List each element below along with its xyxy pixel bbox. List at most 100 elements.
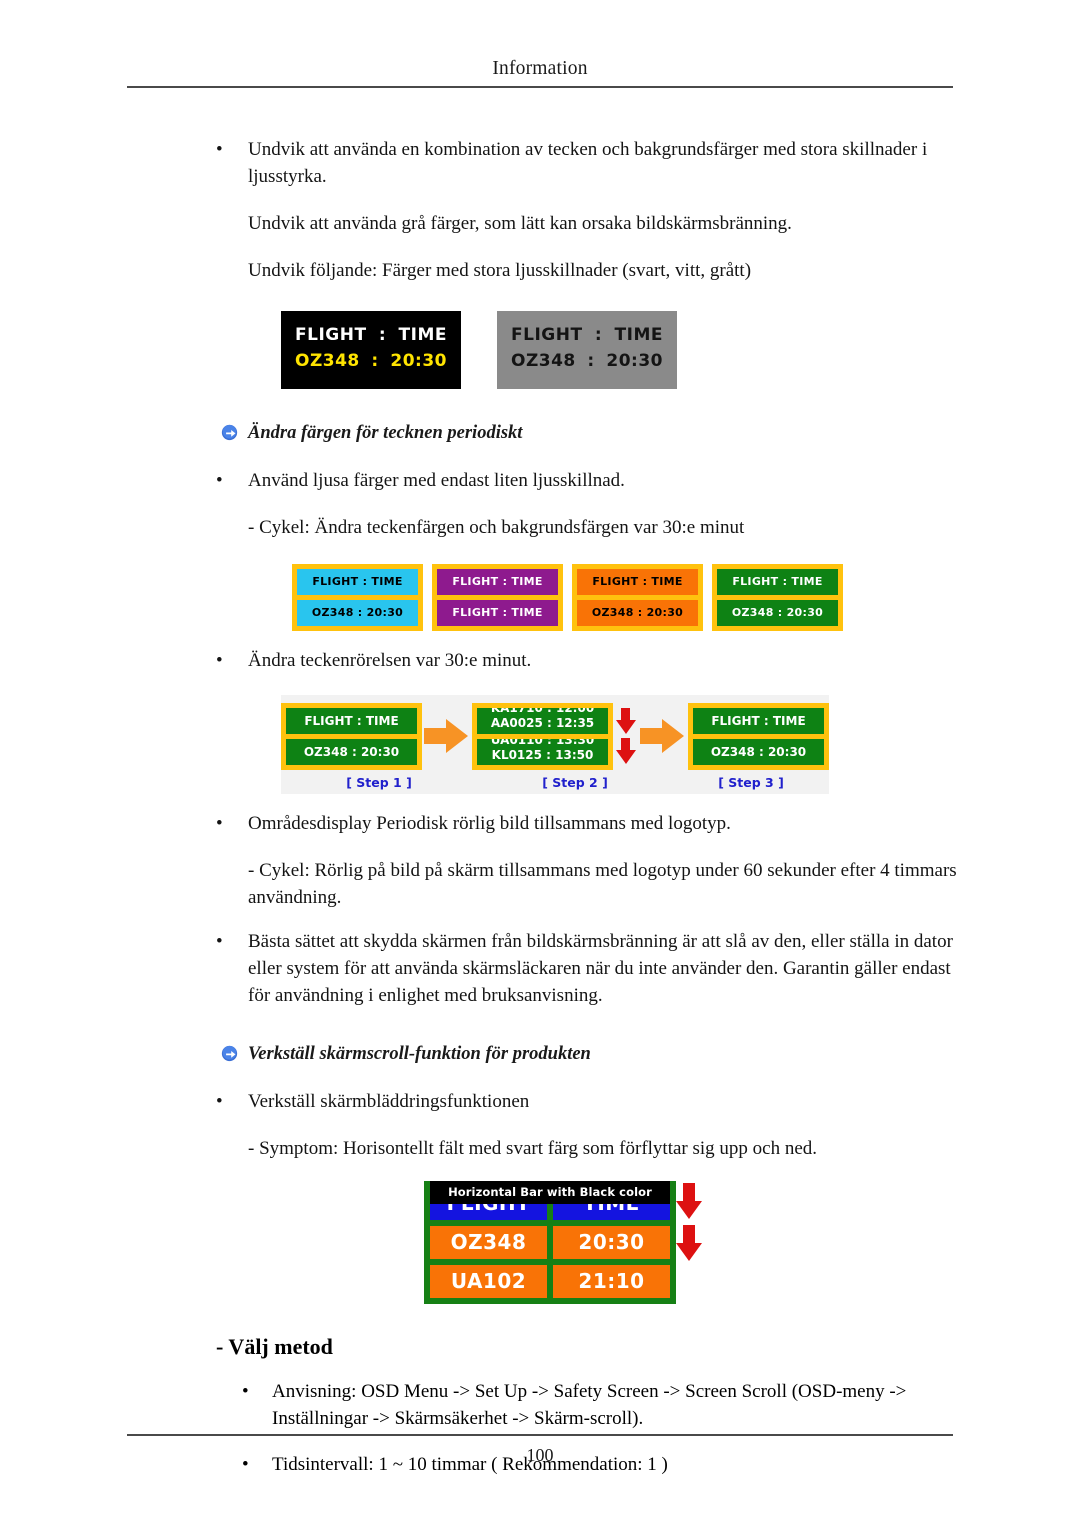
bullet-marker: • (216, 1090, 223, 1112)
document-page: Information • Undvik att använda en komb… (0, 0, 1080, 1527)
steps-panel: FLIGHT : TIME OZ348 : 20:30 KA1710 : 12:… (281, 694, 829, 794)
dash-item: - Symptom: Horisontellt fält med svart f… (248, 1137, 818, 1159)
display-flight-value: OZ348 (295, 350, 360, 371)
card-row-1: FLIGHT : TIME (717, 568, 838, 595)
bullet-text: Verkställ skärmbläddringsfunktionen (248, 1090, 530, 1112)
figure-color-cycle: FLIGHT : TIME OZ348 : 20:30 FLIGHT : TIM… (0, 563, 1080, 631)
bullet-marker: • (216, 812, 223, 834)
bullet-text: Områdesdisplay Periodisk rörlig bild til… (248, 812, 731, 834)
bullet-marker: • (216, 649, 223, 671)
step2-row2-bottom: KL0125 : 13:50 (491, 747, 594, 762)
step3-card: FLIGHT : TIME OZ348 : 20:30 (688, 702, 829, 770)
section-heading-text: Verkställ skärmscroll-funktion för produ… (248, 1043, 591, 1064)
black-bar-overlay: Horizontal Bar with Black color (430, 1180, 670, 1204)
hbar-red-arrows (676, 1182, 702, 1261)
display-time-label: TIME (398, 324, 447, 345)
display-time-value: 20:30 (390, 350, 447, 371)
step1-label: [ Step 1 ] (346, 774, 412, 790)
step2-row1-top: KA1710 : 12:00 (490, 707, 595, 715)
card-row-2: OZ348 : 20:30 (577, 599, 698, 626)
method-bullet-item: • Anvisning: OSD Menu -> Set Up -> Safet… (0, 1378, 1080, 1433)
dash-item: - Cykel: Ändra teckenfärgen och bakgrund… (248, 516, 745, 538)
step2-red-arrows (616, 708, 638, 765)
header-title: Information (492, 58, 588, 79)
step3-row-1: FLIGHT : TIME (693, 707, 824, 734)
step2-card: KA1710 : 12:00 AA0025 : 12:35 UA0110 : 1… (472, 702, 613, 770)
orange-card: FLIGHT : TIME OZ348 : 20:30 (572, 563, 703, 631)
step3-row-2: OZ348 : 20:30 (693, 738, 824, 765)
footer-divider (127, 1434, 953, 1436)
table-cell-time: 20:30 (553, 1225, 670, 1259)
display-line-1: FLIGHT : TIME (511, 322, 663, 348)
green-card: FLIGHT : TIME OZ348 : 20:30 (712, 563, 843, 631)
display-time-label: TIME (614, 324, 663, 345)
bullet-text: Ändra teckenrörelsen var 30:e minut. (248, 649, 532, 671)
table-cell-flight: OZ348 (430, 1225, 547, 1259)
bullet-marker: • (216, 139, 223, 160)
header-divider (127, 86, 953, 88)
paragraph: Undvik följande: Färger med stora ljussk… (248, 259, 752, 281)
table-row: UA102 21:10 (430, 1264, 670, 1298)
paragraph: Undvik att använda grå färger, som lätt … (248, 212, 792, 234)
card-row-1: FLIGHT : TIME (437, 568, 558, 595)
orange-arrow-right-icon (424, 719, 470, 754)
display-colon: : (594, 324, 603, 345)
step2-row-2: UA0110 : 13:30 KL0125 : 13:50 (477, 738, 608, 765)
bullet-item: • Ändra teckenrörelsen var 30:e minut. (0, 648, 1080, 675)
dash-item: - Cykel: Rörlig på bild på skärm tillsam… (248, 859, 957, 908)
bullet-item: • Områdesdisplay Periodisk rörlig bild t… (0, 811, 1080, 838)
table-cell-time: 21:10 (553, 1264, 670, 1298)
step3-label: [ Step 3 ] (718, 774, 784, 790)
section-heading-text: Ändra färgen för tecknen periodiskt (248, 422, 523, 443)
blue-arrow-icon (221, 1045, 238, 1062)
table-row: OZ348 20:30 (430, 1225, 670, 1259)
table-cell-flight: UA102 (430, 1264, 547, 1298)
bullet-text: Undvik att använda en kombination av tec… (248, 139, 928, 187)
display-flight-label: FLIGHT (511, 324, 583, 345)
display-flight-label: FLIGHT (295, 324, 367, 345)
display-flight-value: OZ348 (511, 350, 576, 371)
display-colon: : (587, 350, 595, 371)
step1-row-2: OZ348 : 20:30 (286, 738, 417, 765)
method-heading: - Välj metod (216, 1333, 333, 1359)
method-bullet-text: Anvisning: OSD Menu -> Set Up -> Safety … (272, 1380, 907, 1430)
purple-card: FLIGHT : TIME FLIGHT : TIME (432, 563, 563, 631)
display-colon: : (371, 350, 379, 371)
card-row-1: FLIGHT : TIME (577, 568, 698, 595)
figure-contrast-examples: FLIGHT : TIME OZ348 : 20:30 FLIGHT : TIM… (0, 310, 1080, 389)
display-line-2: OZ348 : 20:30 (295, 348, 447, 374)
page-content: • Undvik att använda en kombination av t… (0, 120, 1080, 1478)
display-line-2: OZ348 : 20:30 (511, 348, 663, 374)
display-time-value: 20:30 (606, 350, 663, 371)
step2-scroll-bottom: UA0110 : 13:30 KL0125 : 13:50 (477, 739, 608, 763)
page-header: Information (127, 58, 953, 88)
display-colon: : (378, 324, 387, 345)
card-row-2: OZ348 : 20:30 (297, 599, 418, 626)
red-arrow-down-icon (616, 708, 636, 735)
step1-row-1: FLIGHT : TIME (286, 707, 417, 734)
grey-display-panel: FLIGHT : TIME OZ348 : 20:30 (497, 310, 677, 389)
bullet-item: • Använd ljusa färger med endast liten l… (0, 468, 1080, 495)
red-arrow-down-icon (676, 1182, 702, 1219)
bullet-text: Använd ljusa färger med endast liten lju… (248, 469, 625, 491)
bullet-marker: • (242, 1380, 249, 1402)
bullet-marker: • (216, 469, 223, 491)
red-arrow-down-icon (616, 738, 636, 765)
step-labels: [ Step 1 ] [ Step 2 ] [ Step 3 ] (281, 775, 829, 790)
section-heading-screen-scroll: Verkställ skärmscroll-funktion för produ… (0, 1044, 1080, 1072)
step2-label: [ Step 2 ] (542, 774, 608, 790)
figure-character-movement-steps: FLIGHT : TIME OZ348 : 20:30 KA1710 : 12:… (0, 694, 1080, 794)
section-heading-change-color: Ändra färgen för tecknen periodiskt (0, 423, 1080, 451)
orange-arrow-right-icon (640, 719, 686, 754)
bullet-marker: • (216, 930, 223, 952)
cyan-card: FLIGHT : TIME OZ348 : 20:30 (292, 563, 423, 631)
page-footer: 100 (127, 1434, 953, 1466)
card-row-1: FLIGHT : TIME (297, 568, 418, 595)
bullet-item: • Bästa sättet att skydda skärmen från b… (0, 929, 1080, 1010)
card-row-2: FLIGHT : TIME (437, 599, 558, 626)
red-arrow-down-icon (676, 1224, 702, 1261)
step2-row1-bottom: AA0025 : 12:35 (490, 715, 595, 730)
steps-row: FLIGHT : TIME OZ348 : 20:30 KA1710 : 12:… (281, 702, 829, 770)
bullet-item: • Undvik att använda en kombination av t… (0, 137, 1080, 191)
step2-scroll-top: KA1710 : 12:00 AA0025 : 12:35 (477, 708, 608, 731)
